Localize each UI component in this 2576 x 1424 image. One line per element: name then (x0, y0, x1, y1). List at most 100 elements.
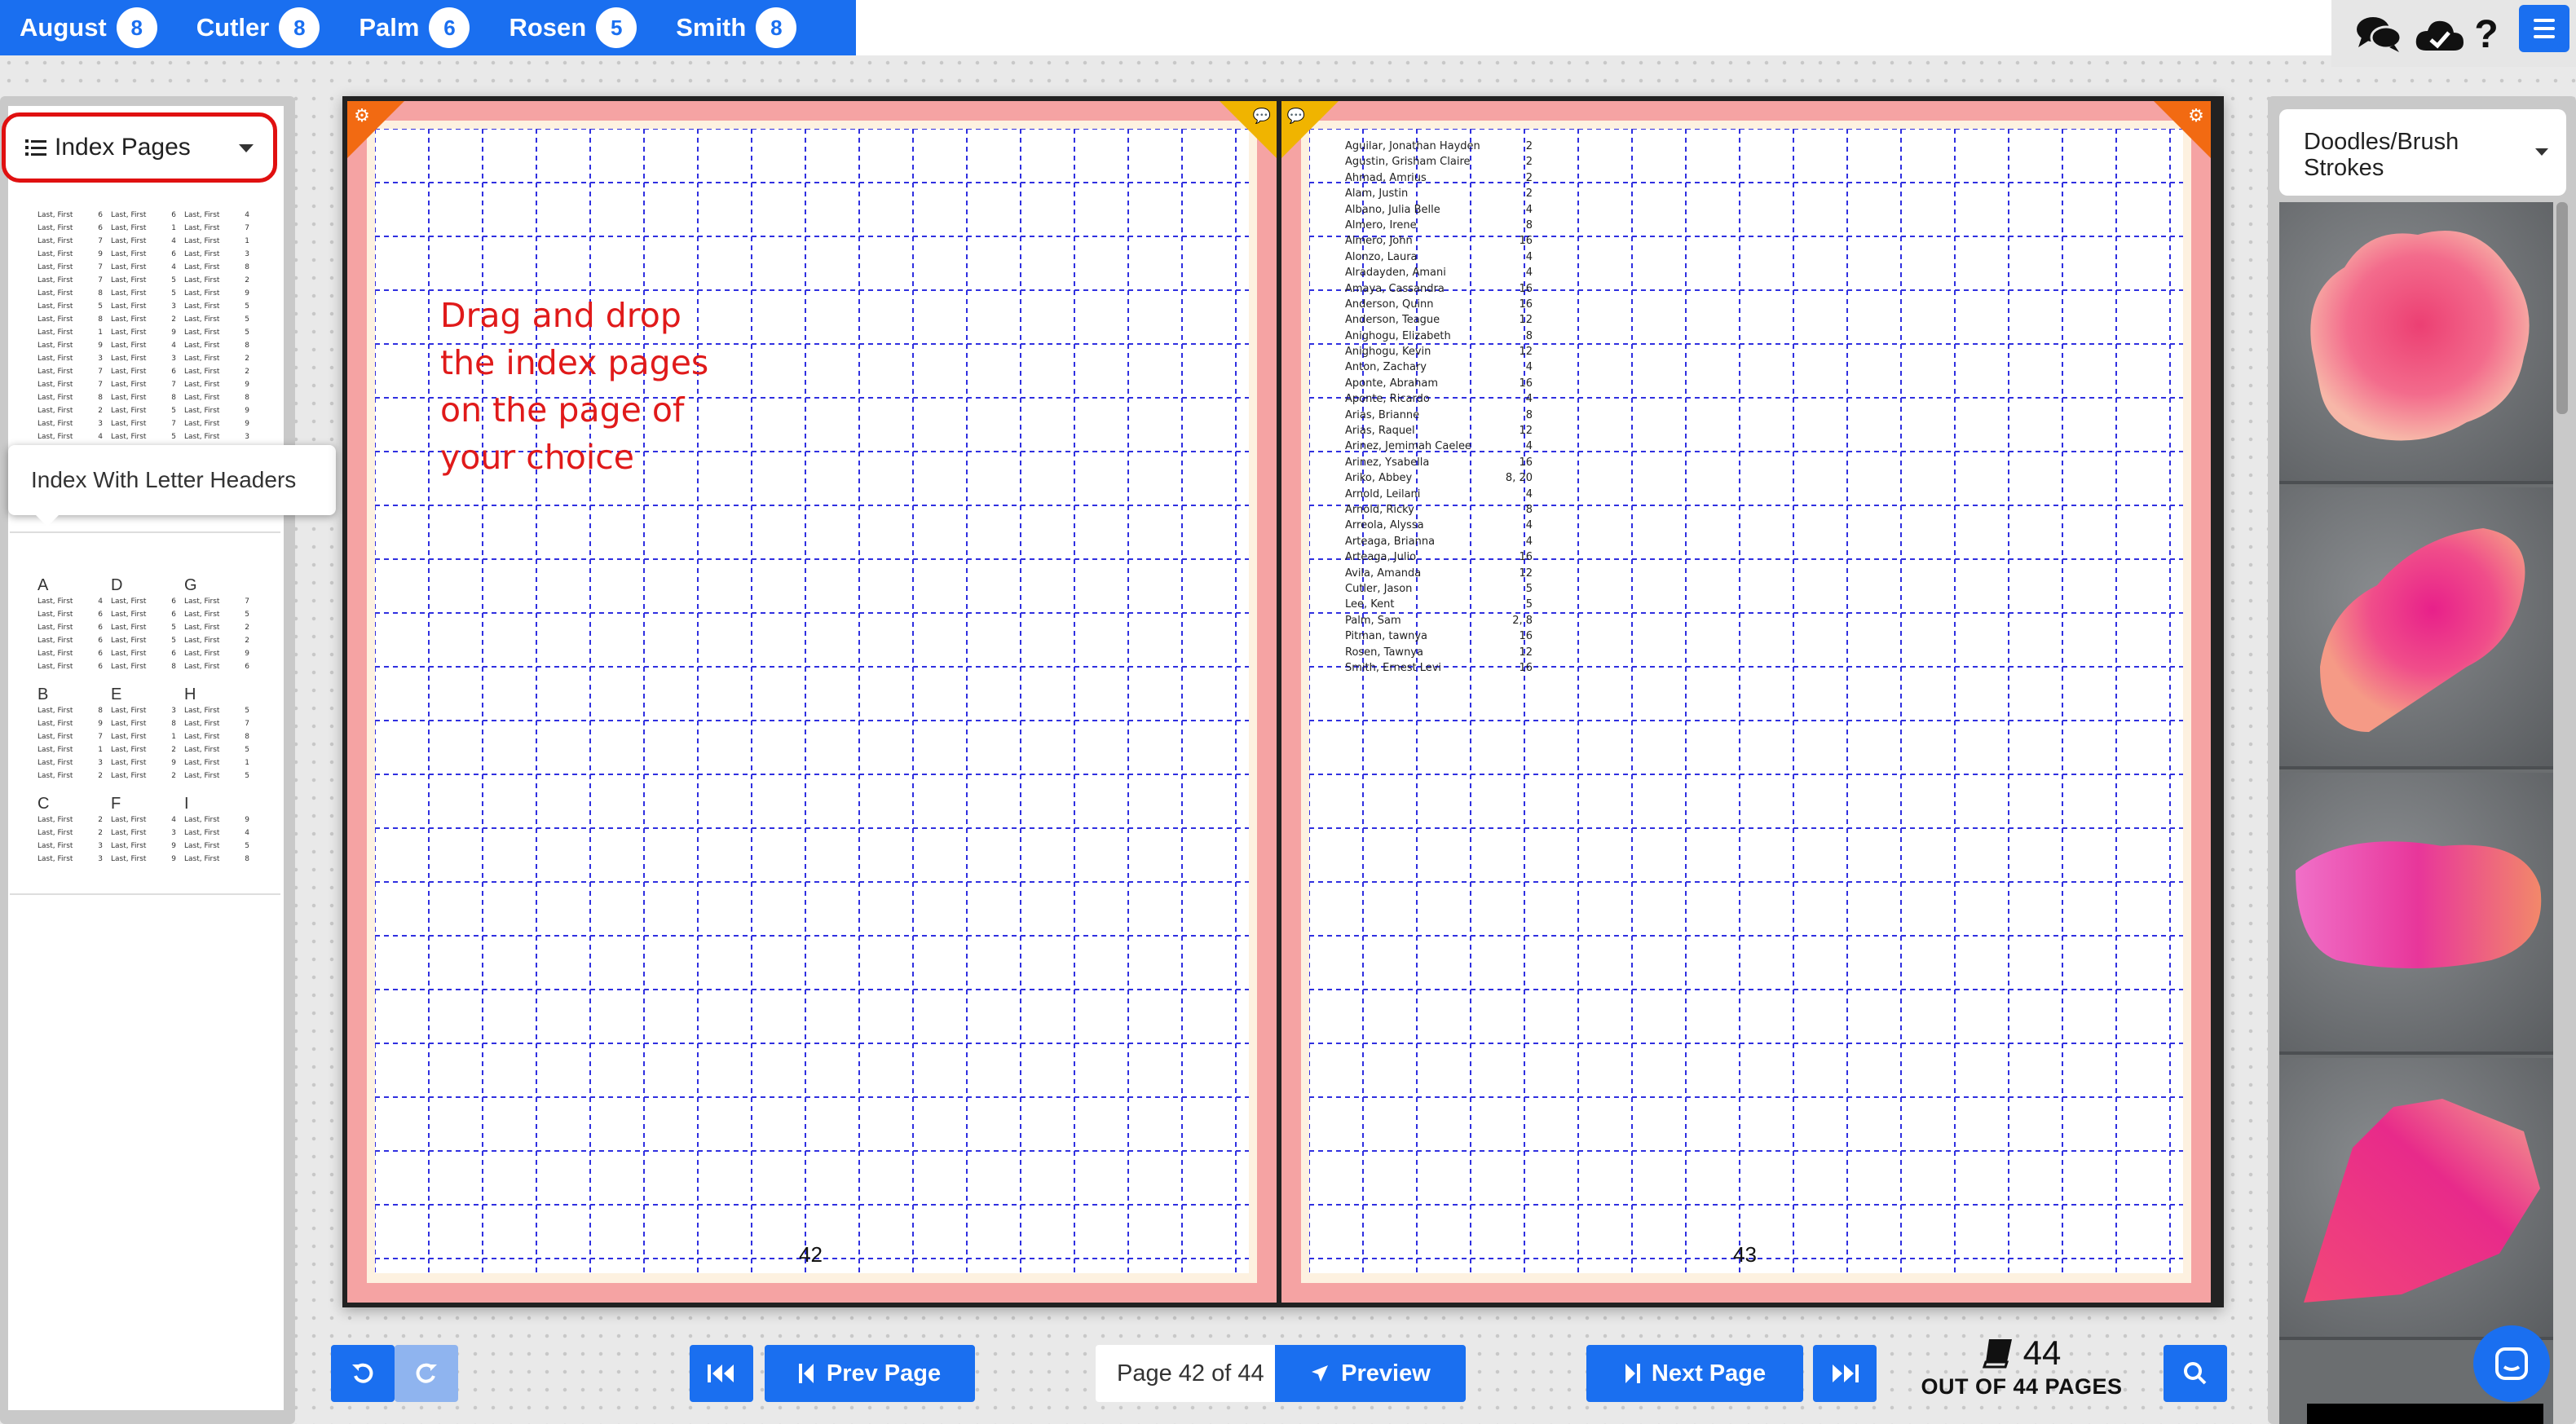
brush-stroke-4[interactable] (2279, 1058, 2553, 1340)
preview-button[interactable]: Preview (1275, 1345, 1466, 1402)
thumb-entry: Last, First 4 (111, 339, 184, 352)
thumb-entry-name: Last, First (111, 433, 147, 441)
thumb-row: Last, First 3 Last, First 9 Last, First 5 (37, 840, 258, 853)
index-entry-page: 5 (1525, 598, 1533, 611)
index-entry-page: 2 (1525, 187, 1533, 201)
thumb-entry: Last, First 4 (111, 235, 184, 248)
thumb-entry-name: Last, First (184, 597, 220, 606)
index-entry-name: Agustin, Grisham Claire (1345, 156, 1471, 169)
redo-button[interactable] (395, 1345, 458, 1402)
first-page-button[interactable] (690, 1345, 753, 1402)
thumb-entry-name: Last, First (184, 224, 220, 232)
thumb-entry: Last, First 9 (184, 378, 258, 391)
gear-icon[interactable]: ⚙ (352, 106, 372, 126)
thumb-entry-page: 2 (245, 368, 249, 376)
thumb-entry-page: 8 (245, 263, 249, 271)
thumb-entry: Last, First 5 (111, 287, 184, 300)
gear-icon[interactable]: ⚙ (2186, 106, 2206, 126)
thumb-row: Last, First 2 Last, First 4 Last, First 9 (37, 813, 258, 827)
letter-header: B (37, 686, 49, 703)
thumb-entry-page: 7 (98, 381, 103, 389)
thumb-entry: Last, First 8 (184, 339, 258, 352)
prev-page-button[interactable]: Prev Page (765, 1345, 975, 1402)
instruction-line: Drag and drop (440, 296, 681, 335)
index-entry-page: 2 (1525, 140, 1533, 152)
list-icon (25, 139, 46, 157)
page-left[interactable]: ⚙ 💬 42 (347, 101, 1277, 1303)
thumb-row: Last, First 6 Last, First 6 Last, First 9 (37, 647, 258, 660)
thumb-entry-page: 5 (98, 302, 103, 311)
thumb-entry-name: Last, First (37, 707, 73, 715)
thumb-entry-name: Last, First (37, 368, 73, 376)
thumb-entry-name: Last, First (111, 237, 147, 245)
index-entry-page: 12 (1519, 567, 1533, 580)
chat-icon[interactable] (2354, 11, 2403, 57)
help-icon[interactable]: ? (2472, 11, 2501, 57)
thumb-entry: Last, First 3 (37, 352, 111, 365)
thumb-entry-page: 7 (245, 224, 249, 232)
thumb-entry: Last, First 2 (111, 313, 184, 326)
thumb-entry-name: Last, First (184, 263, 220, 271)
index-thumbnail-plain[interactable]: Last, First 6 Last, First 6 Last, First 4 Last… (37, 209, 258, 443)
thumb-entry-page: 6 (171, 650, 176, 658)
thumb-entry: Last, First 4 (111, 813, 184, 827)
thumb-row: Last, First 6 Last, First 1 Last, First 7 (37, 222, 258, 235)
index-list[interactable]: Aguilar, Jonathan Hayden 2 Agustin, Grisha… (1345, 139, 1533, 676)
page-number-input[interactable]: Page 42 of 44 (1096, 1345, 1275, 1402)
thumb-entry-page: 8 (245, 855, 249, 863)
brush-stroke-3[interactable] (2279, 773, 2553, 1055)
index-pages-select[interactable]: Index Pages (2, 112, 277, 183)
index-entry-name: Arteaga, Brianna (1345, 535, 1436, 548)
brush-stroke-1[interactable] (2279, 202, 2553, 484)
next-icon (1625, 1364, 1640, 1383)
thumb-entry-page: 2 (245, 355, 249, 363)
user-tab-smith[interactable]: Smith 8 (656, 0, 816, 55)
index-entry: Alradayden, Amani 4 (1345, 265, 1533, 280)
thumb-entry: Last, First 5 (184, 743, 258, 756)
support-chat-button[interactable] (2473, 1325, 2550, 1402)
index-entry-name: Anighogu, Elizabeth (1345, 329, 1451, 342)
next-page-button[interactable]: Next Page (1586, 1345, 1803, 1402)
thumb-entry: Last, First 9 (111, 840, 184, 853)
doodles-select[interactable]: Doodles/Brush Strokes (2279, 109, 2566, 196)
index-entry-page: 2 (1525, 171, 1533, 184)
thumb-row: Last, First 6 Last, First 5 Last, First 2 (37, 621, 258, 634)
thumb-entry: Last, First 9 (37, 339, 111, 352)
last-page-button[interactable] (1813, 1345, 1877, 1402)
index-thumbnail-letter-headers[interactable]: A D G Last, First 4 Last, First 6 Last, First 7 L… (37, 571, 258, 866)
user-tab-count-badge: 8 (279, 7, 320, 48)
index-entry: Almero, John 16 (1345, 233, 1533, 249)
thumb-entry-page: 2 (98, 829, 103, 837)
thumb-entry: Last, First 6 (184, 660, 258, 673)
comment-icon[interactable]: 💬 (1286, 106, 1306, 126)
thumb-entry-page: 6 (98, 611, 103, 619)
hamburger-icon[interactable] (2519, 5, 2569, 52)
index-entry: Arteaga, Brianna 4 (1345, 534, 1533, 549)
thumb-entry-page: 6 (98, 224, 103, 232)
user-tab-palm[interactable]: Palm 6 (339, 0, 489, 55)
thumb-entry-page: 4 (171, 263, 176, 271)
thumb-entry-page: 4 (245, 829, 249, 837)
index-entry: Ahmad, Amrius 2 (1345, 170, 1533, 186)
thumb-entry: Last, First 4 (111, 261, 184, 274)
thumb-row: Last, First 1 Last, First 9 Last, First 5 (37, 326, 258, 339)
thumb-entry-name: Last, First (37, 733, 73, 741)
user-tab-rosen[interactable]: Rosen 5 (489, 0, 656, 55)
undo-button[interactable] (331, 1345, 395, 1402)
user-tab-cutler[interactable]: Cutler 8 (177, 0, 340, 55)
thumb-entry: Last, First 2 (111, 769, 184, 783)
thumb-row: Last, First 2 Last, First 2 Last, First 5 (37, 769, 258, 783)
thumb-entry-page: 1 (245, 237, 249, 245)
thumb-entry: Last, First 8 (184, 730, 258, 743)
letter-header: A (37, 576, 49, 594)
user-tab-august[interactable]: August 8 (0, 0, 177, 55)
thumb-entry-page: 5 (171, 407, 176, 415)
index-entry-name: Arias, Brianne (1345, 408, 1420, 421)
search-button[interactable] (2164, 1345, 2227, 1402)
thumb-entry-name: Last, First (37, 224, 73, 232)
cloud-check-icon[interactable] (2413, 11, 2465, 57)
comment-icon[interactable]: 💬 (1252, 106, 1272, 126)
brush-stroke-2[interactable] (2279, 487, 2553, 769)
right-panel: Doodles/Brush Strokes (2268, 96, 2576, 1424)
doodle-scrollbar[interactable] (2556, 202, 2568, 414)
